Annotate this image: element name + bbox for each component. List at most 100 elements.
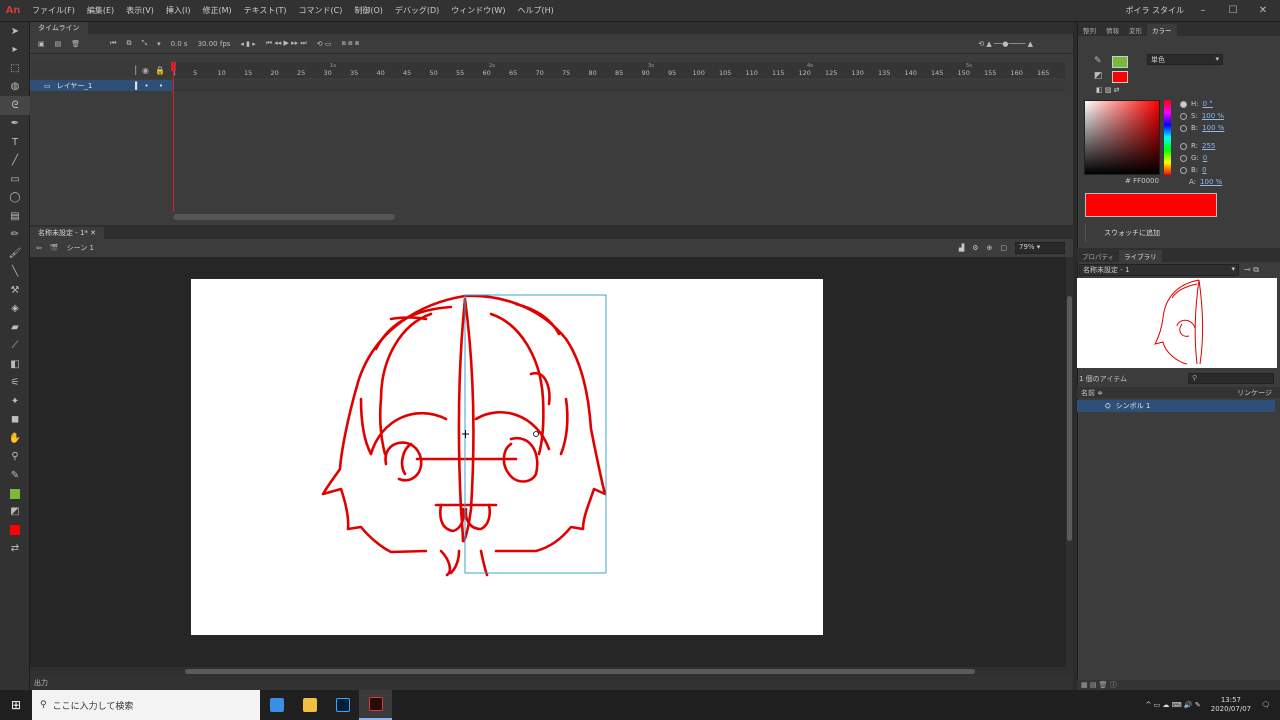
subselection-tool-icon[interactable]: ▸ (0, 41, 30, 60)
library-item[interactable]: ⛭ シンボル 1 (1077, 400, 1275, 412)
fill-bucket-panel-icon[interactable]: ◩ (1094, 71, 1103, 81)
paint-brush-tool-icon[interactable]: 🖌 (0, 244, 30, 263)
library-document-select[interactable]: 名称未設定 - 1 ▾ (1079, 264, 1239, 276)
zoom-select[interactable]: 79% ▾ (1015, 242, 1065, 254)
polystar-tool-icon[interactable]: ▤ (0, 207, 30, 226)
eyedropper-tool-icon[interactable]: ⟋ (0, 337, 30, 356)
frame-rate[interactable]: 30.00 fps (198, 40, 231, 48)
library-bottom-icons[interactable]: ▦ ▤ 🗑 ⓘ (1077, 681, 1117, 689)
stage[interactable] (191, 279, 823, 635)
outline-icon[interactable]: ▕ (130, 66, 136, 75)
width-tool-icon[interactable]: ⚟ (0, 374, 30, 393)
field-red[interactable]: R: 255 (1180, 142, 1215, 150)
center-frame-icon[interactable]: ⏮ (110, 39, 116, 48)
new-layer-icon[interactable]: ▤ (55, 40, 62, 48)
menu-help[interactable]: ヘルプ(H) (511, 5, 559, 16)
value-alpha[interactable]: 100 % (1200, 178, 1222, 186)
tab-align[interactable]: 整列 (1078, 24, 1101, 36)
brush-tool-icon[interactable]: ╲ (0, 263, 30, 282)
lasso-tool-icon[interactable]: ᘓ (0, 96, 30, 115)
zoom-tool-icon[interactable]: ⚲ (0, 448, 30, 467)
tab-color[interactable]: カラー (1147, 24, 1177, 36)
hex-field[interactable]: # FF0000 (1125, 177, 1159, 185)
swap-colors-icon[interactable]: ⇄ (0, 539, 30, 558)
frame-ruler[interactable]: 1 5 10 15 20 25 30 35 40 45 50 55 60 65 70 75 80 85 90 95 10… (172, 62, 1065, 78)
playhead-handle[interactable] (171, 62, 176, 71)
color-tools-icons[interactable]: ◧ ▨ ⇄ (1096, 86, 1120, 94)
show-layers-icon[interactable]: ▣ (38, 40, 45, 48)
layer-name[interactable]: レイヤー_1 (57, 81, 93, 91)
close-tab-icon[interactable]: ✕ (90, 229, 96, 237)
tray-icons[interactable]: ^ ▭ ☁ ⌨ 🔊 ✎ (1145, 701, 1200, 709)
stroke-color-swatch[interactable] (9, 488, 20, 499)
text-tool-icon[interactable]: T (0, 133, 30, 152)
transform-point-icon[interactable] (462, 430, 469, 438)
field-hue[interactable]: H: 0 ° (1180, 100, 1213, 108)
layer-visibility-icons[interactable]: ▍• • (135, 82, 173, 90)
field-brightness[interactable]: B: 100 % (1180, 124, 1224, 132)
workspace-switcher[interactable]: ポイラ スタイル (1125, 5, 1184, 16)
value-green[interactable]: 0 (1203, 154, 1207, 162)
radio-brightness[interactable] (1180, 124, 1187, 132)
menu-commands[interactable]: コマンド(C) (293, 5, 349, 16)
frame-dropdown-icon[interactable]: ▾ (157, 40, 161, 48)
free-transform-tool-icon[interactable]: ⬚ (0, 59, 30, 78)
fill-color-swatch[interactable] (9, 525, 20, 535)
menu-window[interactable]: ウィンドウ(W) (445, 5, 511, 16)
photoshop-icon[interactable] (326, 690, 359, 720)
stage-vertical-scroll-thumb[interactable] (1067, 296, 1072, 541)
tab-info[interactable]: 情報 (1101, 24, 1124, 36)
menu-insert[interactable]: 挿入(I) (160, 5, 197, 16)
edit-scene-icon[interactable]: ▟ (959, 244, 964, 252)
taskbar-search-input[interactable]: ⚲ ここに入力して検索 (32, 690, 260, 720)
field-blue[interactable]: B: 0 (1180, 166, 1207, 174)
animate-icon[interactable] (359, 690, 392, 720)
field-saturation[interactable]: S: 100 % (1180, 112, 1224, 120)
edit-symbol-icon[interactable]: ⚙ (972, 244, 978, 252)
paint-bucket-tool-icon[interactable]: ◈ (0, 300, 30, 319)
selection-bounding-box[interactable] (464, 294, 607, 574)
pen-tool-icon[interactable]: ✒ (0, 115, 30, 134)
onion-controls[interactable]: ⧈ ⧈ ⧈ (341, 39, 359, 48)
back-arrow-icon[interactable]: ⇦ (36, 244, 42, 252)
radio-green[interactable] (1180, 154, 1187, 162)
ink-bottle-tool-icon[interactable]: ▰ (0, 318, 30, 337)
library-item-name[interactable]: シンボル 1 (1116, 401, 1151, 411)
value-brightness[interactable]: 100 % (1202, 124, 1224, 132)
edit-multiple-frames-icon[interactable]: ⤡ (141, 39, 147, 48)
maximize-icon[interactable]: ☐ (1222, 5, 1244, 16)
clip-icon[interactable]: ▢ (1000, 244, 1007, 252)
radio-red[interactable] (1180, 142, 1187, 150)
bone-tool-icon[interactable]: ⚒ (0, 281, 30, 300)
selection-tool-icon[interactable]: ➤ (0, 22, 30, 41)
library-search-input[interactable]: ⚲ (1188, 373, 1274, 384)
radio-hue[interactable] (1180, 100, 1187, 108)
hand-tool-icon[interactable]: ✋ (0, 429, 30, 448)
delete-layer-icon[interactable]: 🗑 (71, 40, 80, 48)
menu-control[interactable]: 制御(O) (348, 5, 389, 16)
column-linkage[interactable]: リンケージ (1237, 388, 1280, 398)
radio-blue[interactable] (1180, 166, 1187, 174)
playhead[interactable] (173, 62, 174, 212)
fill-bucket-icon[interactable]: ◩ (0, 503, 30, 522)
close-icon[interactable]: ✕ (1252, 5, 1274, 16)
hue-slider[interactable] (1164, 100, 1171, 175)
insert-frame-icon[interactable]: ◂ ▮ ▸ (240, 40, 255, 48)
column-name[interactable]: 名前 ≑ (1081, 388, 1103, 398)
line-tool-icon[interactable]: ╱ (0, 152, 30, 171)
output-panel-tab[interactable]: 出力 (30, 676, 1073, 690)
value-red[interactable]: 255 (1202, 142, 1215, 150)
frame-row[interactable] (173, 80, 1065, 91)
tab-document[interactable]: 名称未設定 - 1* ✕ (30, 227, 105, 239)
camera-tool-icon[interactable]: ◼ (0, 411, 30, 430)
minimize-icon[interactable]: – (1192, 5, 1214, 16)
eye-icon[interactable]: ◉ (142, 66, 149, 75)
panel-fill-swatch[interactable] (1112, 71, 1128, 83)
timeline-scrollbar[interactable] (173, 214, 395, 220)
asset-warp-tool-icon[interactable]: ✦ (0, 392, 30, 411)
drawing-canvas[interactable] (191, 279, 823, 635)
taskbar-app-1[interactable] (260, 690, 293, 720)
hex-value[interactable]: FF0000 (1133, 177, 1159, 185)
color-picker-square[interactable] (1084, 100, 1160, 175)
timeline-zoom-slider[interactable]: ⟲ ▲ ──●──── ▲ (978, 40, 1073, 48)
